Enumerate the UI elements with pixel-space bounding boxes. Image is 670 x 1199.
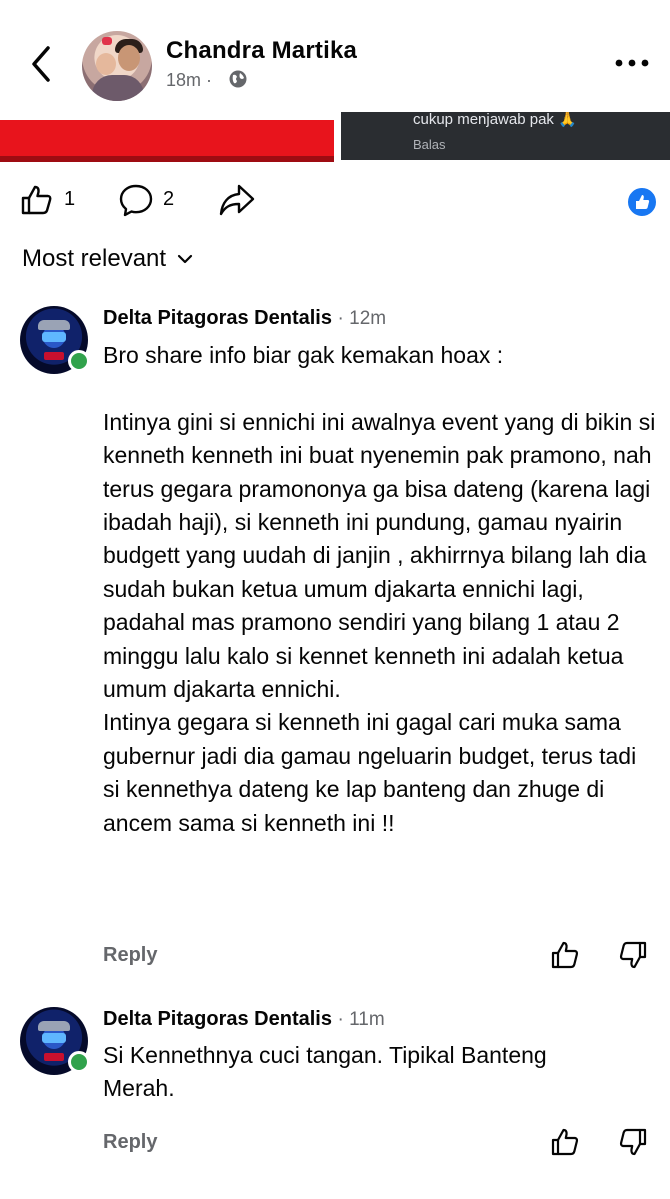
author-name[interactable]: Chandra Martika xyxy=(166,37,357,65)
sort-dropdown[interactable]: Most relevant xyxy=(22,245,194,273)
online-status-indicator xyxy=(68,350,90,372)
comment-time: · 11m xyxy=(337,1009,385,1030)
comment-author[interactable]: Delta Pitagoras Dentalis · 12m xyxy=(103,307,386,330)
author-avatar[interactable] xyxy=(82,31,152,101)
image-caption: cukup menjawab pak 🙏 xyxy=(413,112,577,128)
post-image-right[interactable]: cukup menjawab pak 🙏 Balas xyxy=(341,112,670,160)
more-options-icon[interactable] xyxy=(612,53,652,73)
globe-icon xyxy=(229,70,247,88)
post-time: 18m · xyxy=(166,70,213,90)
share-icon[interactable] xyxy=(218,182,256,218)
commenter-avatar[interactable] xyxy=(20,1007,90,1075)
reply-button[interactable]: Reply xyxy=(103,944,157,967)
online-status-indicator xyxy=(68,1051,90,1073)
comment-author[interactable]: Delta Pitagoras Dentalis · 11m xyxy=(103,1008,385,1031)
comment-icon[interactable] xyxy=(118,183,154,217)
like-count: 1 xyxy=(64,188,76,210)
commenter-avatar[interactable] xyxy=(20,306,90,374)
comment-paragraph: Intinya gini si ennichi ini awalnya even… xyxy=(103,408,656,703)
comment-author-name[interactable]: Delta Pitagoras Dentalis xyxy=(103,1008,332,1030)
like-icon[interactable] xyxy=(20,184,54,216)
chevron-down-icon xyxy=(177,254,193,264)
post-image-left[interactable] xyxy=(0,120,334,162)
comment-time: · 12m xyxy=(337,308,387,329)
sort-label: Most relevant xyxy=(22,245,167,272)
reply-button[interactable]: Reply xyxy=(103,1131,157,1154)
comment-count: 2 xyxy=(163,188,175,210)
comment-paragraph: Si Kennethnya cuci tangan. Tipikal Bante… xyxy=(103,1042,547,1102)
downvote-icon[interactable] xyxy=(618,940,648,970)
downvote-icon[interactable] xyxy=(618,1127,648,1157)
like-reaction-icon[interactable] xyxy=(626,186,658,218)
comment-paragraph: Intinya gegara si kenneth ini gagal cari… xyxy=(103,709,637,836)
chevron-left-icon[interactable] xyxy=(24,42,60,86)
upvote-icon[interactable] xyxy=(550,940,580,970)
comment-author-name[interactable]: Delta Pitagoras Dentalis xyxy=(103,307,332,329)
comment-text: Bro share info biar gak kemakan hoax : I… xyxy=(103,339,658,840)
upvote-icon[interactable] xyxy=(550,1127,580,1157)
image-reply-label: Balas xyxy=(413,137,446,152)
comment-text: Si Kennethnya cuci tangan. Tipikal Bante… xyxy=(103,1039,623,1106)
comment-paragraph: Bro share info biar gak kemakan hoax : xyxy=(103,342,504,368)
